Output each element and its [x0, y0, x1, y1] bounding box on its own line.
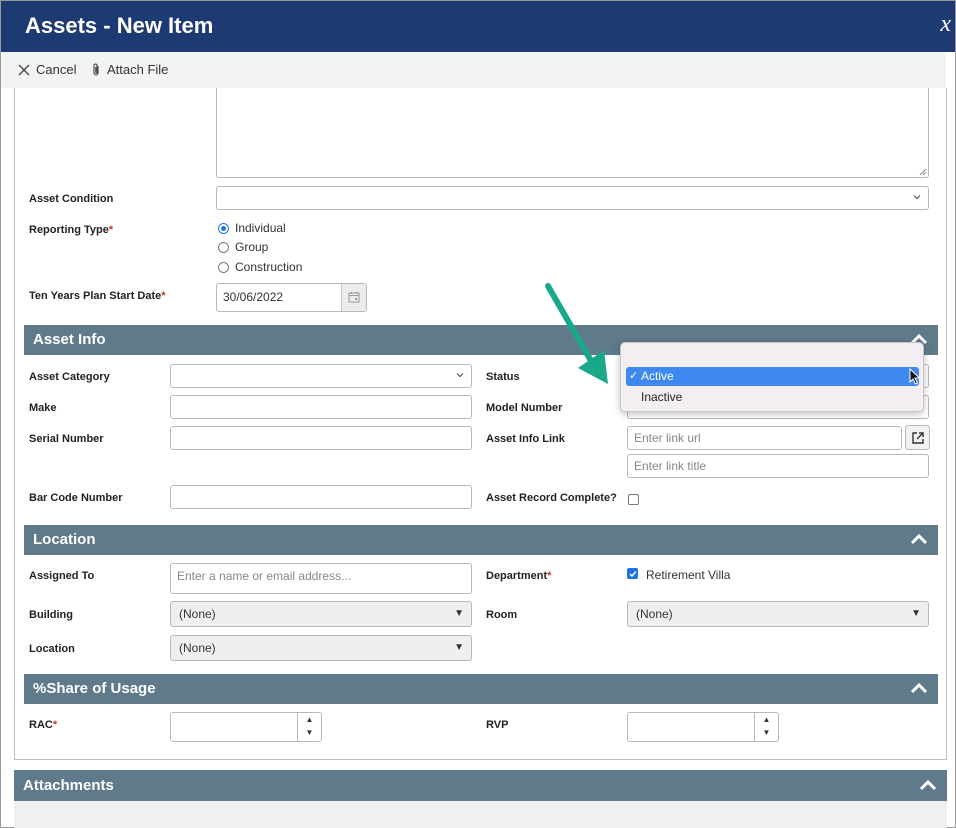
- share-of-usage-header[interactable]: %Share of Usage: [24, 674, 938, 704]
- chevron-down-icon: [913, 195, 921, 200]
- model-number-label: Model Number: [486, 402, 563, 414]
- close-button[interactable]: x: [940, 11, 951, 38]
- checkmark-icon: ✓: [629, 370, 639, 382]
- decrement-icon[interactable]: ▼: [306, 728, 314, 737]
- room-label: Room: [486, 609, 518, 621]
- dropdown-arrow-icon: ▼: [454, 642, 464, 653]
- status-label: Status: [486, 371, 520, 383]
- asset-category-label: Asset Category: [29, 371, 110, 383]
- calendar-button[interactable]: [341, 284, 366, 311]
- status-option-active[interactable]: ✓ Active: [626, 367, 919, 386]
- stepper-buttons[interactable]: ▲ ▼: [754, 713, 778, 741]
- attachments-body: [14, 801, 947, 828]
- serial-number-input[interactable]: [170, 426, 472, 450]
- resize-handle-icon[interactable]: [918, 167, 927, 176]
- asset-condition-label: Asset Condition: [29, 193, 114, 205]
- location-title: Location: [33, 531, 96, 548]
- decrement-icon[interactable]: ▼: [763, 728, 771, 737]
- toolbar: Cancel Attach File: [1, 52, 946, 88]
- external-link-icon: [912, 432, 924, 444]
- location-select[interactable]: (None) ▼: [170, 635, 472, 661]
- attachments-title: Attachments: [23, 777, 114, 794]
- dialog-title: Assets - New Item: [25, 13, 214, 38]
- radio-button-checked[interactable]: [218, 222, 229, 234]
- stepper-buttons[interactable]: ▲ ▼: [297, 713, 321, 741]
- record-complete-label: Asset Record Complete?: [486, 492, 617, 504]
- link-title-input[interactable]: Enter link title: [627, 454, 929, 478]
- status-dropdown-menu: ✓ Active Inactive: [620, 342, 924, 412]
- status-option-inactive[interactable]: Inactive: [626, 388, 919, 407]
- radio-individual[interactable]: Individual: [218, 221, 286, 235]
- open-link-button[interactable]: [905, 425, 930, 450]
- asset-info-title: Asset Info: [33, 331, 106, 348]
- radio-group[interactable]: Group: [218, 240, 268, 254]
- share-of-usage-title: %Share of Usage: [33, 680, 156, 697]
- description-textarea[interactable]: [216, 88, 929, 178]
- link-url-input[interactable]: Enter link url: [627, 426, 902, 450]
- reporting-type-label: Reporting Type*: [29, 224, 114, 236]
- building-select[interactable]: (None) ▼: [170, 601, 472, 627]
- attachments-header[interactable]: Attachments: [14, 770, 947, 801]
- department-value: Retirement Villa: [646, 568, 731, 582]
- location-header[interactable]: Location: [24, 525, 938, 555]
- form-content: Asset Condition Reporting Type* Individu…: [14, 88, 947, 760]
- asset-condition-select[interactable]: [216, 186, 929, 210]
- record-complete-checkbox[interactable]: [628, 494, 639, 505]
- ten-years-date-input[interactable]: 30/06/2022: [216, 283, 367, 312]
- rvp-label: RVP: [486, 719, 509, 731]
- dropdown-arrow-icon: ▼: [454, 608, 464, 619]
- asset-category-select[interactable]: [170, 364, 472, 388]
- cancel-button[interactable]: Cancel: [18, 62, 76, 77]
- paperclip-icon: [93, 63, 99, 76]
- make-label: Make: [29, 402, 57, 414]
- increment-icon[interactable]: ▲: [763, 715, 771, 724]
- close-icon: [18, 64, 30, 75]
- cancel-label: Cancel: [36, 62, 77, 77]
- ten-years-label: Ten Years Plan Start Date*: [29, 290, 166, 302]
- assigned-to-label: Assigned To: [29, 570, 95, 582]
- chevron-up-icon[interactable]: [910, 533, 928, 545]
- room-select[interactable]: (None) ▼: [627, 601, 929, 627]
- location-label: Location: [29, 643, 75, 655]
- rac-label: RAC*: [29, 719, 58, 731]
- attach-file-button[interactable]: Attach File: [91, 62, 168, 77]
- radio-button[interactable]: [218, 261, 229, 273]
- building-label: Building: [29, 609, 73, 621]
- rac-stepper[interactable]: ▲ ▼: [170, 712, 322, 742]
- calendar-icon: [348, 292, 360, 303]
- serial-number-label: Serial Number: [29, 433, 104, 445]
- make-input[interactable]: [170, 395, 472, 419]
- increment-icon[interactable]: ▲: [306, 715, 314, 724]
- radio-construction[interactable]: Construction: [218, 260, 302, 274]
- assigned-to-input[interactable]: Enter a name or email address...: [170, 563, 472, 594]
- chevron-up-icon[interactable]: [910, 682, 928, 694]
- chevron-down-icon: [456, 373, 464, 378]
- dropdown-arrow-icon: ▼: [911, 608, 921, 619]
- title-bar: Assets - New Item x: [1, 1, 955, 52]
- bar-code-label: Bar Code Number: [29, 492, 123, 504]
- radio-button[interactable]: [218, 241, 229, 253]
- department-label: Department*: [486, 570, 552, 582]
- check-icon: [629, 571, 637, 578]
- attach-file-label: Attach File: [107, 62, 169, 77]
- asset-info-link-label: Asset Info Link: [486, 433, 565, 445]
- bar-code-input[interactable]: [170, 485, 472, 509]
- mouse-cursor-icon: [909, 368, 921, 385]
- department-checkbox[interactable]: [627, 568, 638, 579]
- chevron-up-icon[interactable]: [919, 779, 937, 791]
- annotation-arrow-icon: [545, 283, 608, 384]
- rvp-stepper[interactable]: ▲ ▼: [627, 712, 779, 742]
